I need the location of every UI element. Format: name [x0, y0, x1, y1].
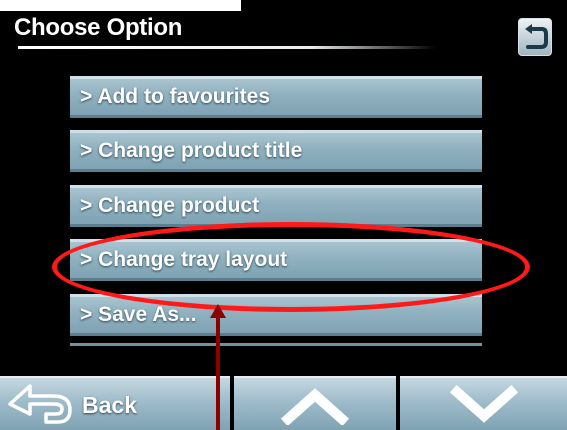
- menu-item-change-product-title[interactable]: > Change product title: [70, 130, 482, 172]
- back-arrow-icon: [8, 384, 72, 424]
- back-button[interactable]: Back: [0, 376, 230, 430]
- chevron-down-icon: [449, 384, 519, 423]
- device-screen: Choose Option > Add to favourites > Chan…: [0, 0, 567, 430]
- page-title: Choose Option: [14, 14, 183, 41]
- menu-divider: [70, 343, 482, 346]
- chevron-up-icon: [280, 388, 350, 425]
- menu-item-change-product[interactable]: > Change product: [70, 185, 482, 227]
- scroll-up-button[interactable]: [234, 376, 396, 430]
- menu-item-add-to-favourites[interactable]: > Add to favourites: [70, 76, 482, 118]
- return-button[interactable]: [518, 18, 552, 56]
- photo-border: [0, 0, 242, 12]
- scroll-down-button[interactable]: [400, 376, 567, 430]
- title-underline: [18, 46, 436, 49]
- back-button-label: Back: [82, 392, 137, 418]
- annotation-arrow-line: [216, 312, 220, 430]
- annotation-arrow-head: [210, 304, 226, 318]
- return-arrow-icon: [525, 24, 548, 49]
- highlight-ellipse: [52, 222, 530, 312]
